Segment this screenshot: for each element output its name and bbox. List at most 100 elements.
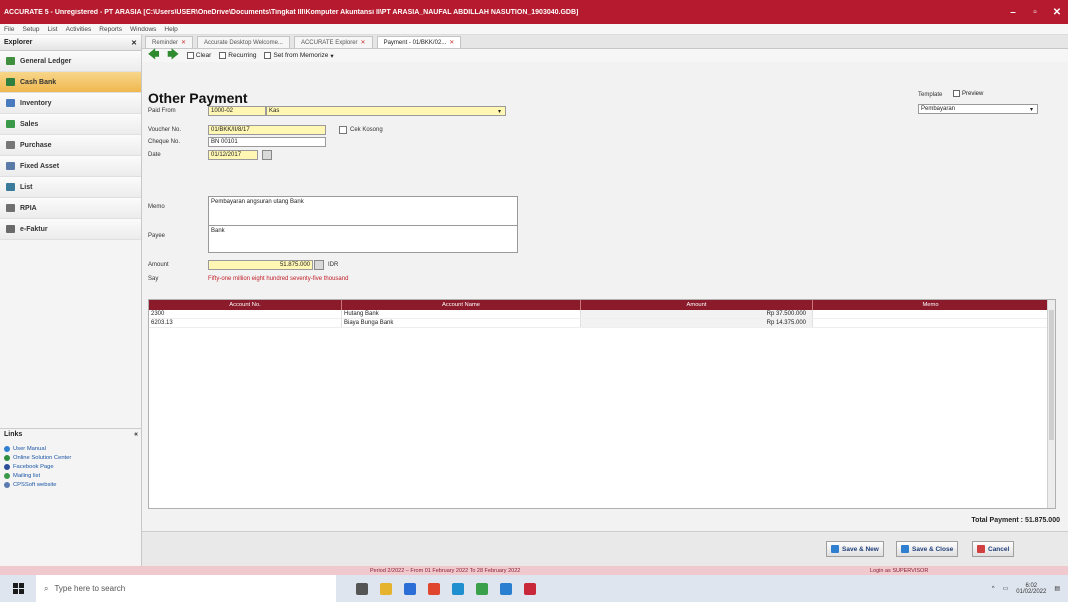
menu-file[interactable]: File bbox=[4, 26, 14, 33]
amount-field[interactable]: 51.875.000 bbox=[208, 260, 313, 270]
col-amount[interactable]: Amount bbox=[581, 300, 813, 310]
nav-list[interactable]: List bbox=[0, 177, 141, 198]
links-header: Links « bbox=[0, 428, 142, 440]
facebook-icon bbox=[4, 463, 10, 470]
notification-icon[interactable]: ▤ bbox=[1054, 585, 1060, 592]
set-memorize-button[interactable]: Set from Memorize ▾ bbox=[264, 52, 334, 60]
menu-activities[interactable]: Activities bbox=[66, 26, 92, 33]
preview-button[interactable]: Preview bbox=[953, 90, 983, 97]
cancel-button[interactable]: Cancel bbox=[972, 541, 1015, 557]
menu-help[interactable]: Help bbox=[164, 26, 177, 33]
cell-amount[interactable]: Rp 37.500.000 bbox=[581, 310, 813, 318]
link-facebook[interactable]: Facebook Page bbox=[4, 462, 71, 471]
voucher-field[interactable]: 01/BKK/II/8/17 bbox=[208, 125, 326, 135]
close-tab-icon[interactable]: ✕ bbox=[449, 39, 454, 46]
nav-sales[interactable]: Sales bbox=[0, 114, 141, 135]
nav-fixed-asset[interactable]: Fixed Asset bbox=[0, 156, 141, 177]
close-tab-icon[interactable]: ✕ bbox=[181, 39, 186, 46]
explorer-close-icon[interactable]: ✕ bbox=[131, 39, 137, 47]
grid-scrollbar[interactable] bbox=[1047, 300, 1055, 508]
tab-payment[interactable]: Payment - 01/BKK/02... ✕ bbox=[376, 36, 462, 48]
save-new-icon bbox=[831, 545, 839, 553]
tab-explorer[interactable]: ACCURATE Explorer ✕ bbox=[293, 36, 373, 48]
recurring-button[interactable]: Recurring bbox=[219, 52, 256, 59]
other-payment-form: Other Payment Paid From 1000-02 Kas ▾ Vo… bbox=[142, 62, 1068, 566]
template-dropdown[interactable]: Pembayaran bbox=[918, 104, 1038, 114]
cheque-field[interactable]: BN 00101 bbox=[208, 137, 326, 147]
date-field[interactable]: 01/12/2017 bbox=[208, 150, 258, 160]
chrome-icon[interactable] bbox=[476, 582, 488, 595]
paid-from-account-dropdown[interactable]: Kas bbox=[266, 106, 506, 116]
nav-inventory[interactable]: Inventory bbox=[0, 93, 141, 114]
menu-windows[interactable]: Windows bbox=[130, 26, 156, 33]
search-placeholder: Type here to search bbox=[54, 584, 126, 593]
accurate-app-icon[interactable] bbox=[524, 582, 536, 595]
cell-account-name[interactable]: Hutang Bank bbox=[342, 310, 581, 318]
memo-field[interactable]: Pembayaran angsuran utang Bank bbox=[208, 196, 518, 226]
office-icon[interactable] bbox=[428, 582, 440, 595]
maximize-button[interactable]: ▫ bbox=[1024, 7, 1046, 18]
mail-icon[interactable] bbox=[500, 582, 512, 595]
cell-account-no[interactable]: 2300 bbox=[149, 310, 342, 318]
menu-setup[interactable]: Setup bbox=[22, 26, 39, 33]
clear-button[interactable]: Clear bbox=[186, 52, 211, 59]
cell-amount[interactable]: Rp 14.375.000 bbox=[581, 319, 813, 327]
link-cpssoft[interactable]: CPSSoft website bbox=[4, 480, 71, 489]
close-button[interactable]: ✕ bbox=[1046, 7, 1068, 18]
window-title: ACCURATE 5 - Unregistered - PT ARASIA [C… bbox=[4, 8, 579, 16]
link-online-solution[interactable]: Online Solution Center bbox=[4, 453, 71, 462]
nav-rpia[interactable]: RPIA bbox=[0, 198, 141, 219]
save-new-button[interactable]: Save & New bbox=[826, 541, 884, 557]
payee-field[interactable]: Bank bbox=[208, 225, 518, 253]
forward-arrow-icon[interactable]: 🡆 bbox=[167, 50, 178, 61]
menu-list[interactable]: List bbox=[47, 26, 57, 33]
edge-icon[interactable] bbox=[452, 582, 464, 595]
file-explorer-icon[interactable] bbox=[380, 582, 392, 595]
scrollbar-thumb[interactable] bbox=[1049, 310, 1054, 440]
taskbar-search[interactable]: ⌕ Type here to search bbox=[36, 575, 336, 602]
void-cheque-checkbox[interactable] bbox=[339, 126, 347, 134]
memorize-icon bbox=[264, 52, 272, 59]
nav-efaktur[interactable]: e-Faktur bbox=[0, 219, 141, 240]
clock[interactable]: 6:02 01/02/2022 bbox=[1016, 583, 1046, 595]
cell-memo[interactable] bbox=[813, 310, 1049, 318]
fixed-asset-icon bbox=[6, 162, 15, 170]
link-mailing-list[interactable]: Mailing list bbox=[4, 471, 71, 480]
battery-icon[interactable]: ▭ bbox=[1003, 585, 1009, 592]
menu-bar: File Setup List Activities Reports Windo… bbox=[0, 24, 1068, 35]
table-row[interactable]: 2300 Hutang Bank Rp 37.500.000 bbox=[149, 310, 1055, 319]
start-button[interactable] bbox=[0, 575, 36, 602]
app-icon-blue[interactable] bbox=[404, 582, 416, 595]
links-collapse-icon[interactable]: « bbox=[134, 431, 138, 438]
save-close-button[interactable]: Save & Close bbox=[896, 541, 959, 557]
cell-account-name[interactable]: Biaya Bunga Bank bbox=[342, 319, 581, 327]
chevron-down-icon[interactable]: ▾ bbox=[1030, 106, 1033, 113]
table-row[interactable]: 6203.13 Biaya Bunga Bank Rp 14.375.000 bbox=[149, 319, 1055, 328]
col-account-name[interactable]: Account Name bbox=[342, 300, 581, 310]
chevron-down-icon[interactable]: ▾ bbox=[498, 108, 501, 115]
calculator-icon[interactable] bbox=[314, 260, 324, 270]
menu-reports[interactable]: Reports bbox=[99, 26, 122, 33]
col-account-no[interactable]: Account No. bbox=[149, 300, 342, 310]
tray-chevron-icon[interactable]: ^ bbox=[992, 586, 995, 592]
paid-from-code-field[interactable]: 1000-02 bbox=[208, 106, 266, 116]
link-label: CPSSoft website bbox=[13, 481, 57, 488]
nav-cash-bank[interactable]: Cash Bank bbox=[0, 72, 141, 93]
calendar-icon[interactable] bbox=[262, 150, 272, 160]
nav-general-ledger[interactable]: General Ledger bbox=[0, 51, 141, 72]
voucher-label: Voucher No. bbox=[148, 127, 182, 133]
clear-icon bbox=[186, 52, 194, 59]
task-view-icon[interactable] bbox=[356, 582, 368, 595]
tab-welcome[interactable]: Accurate Desktop Welcome... bbox=[197, 36, 290, 48]
nav-purchase[interactable]: Purchase bbox=[0, 135, 141, 156]
close-tab-icon[interactable]: ✕ bbox=[361, 39, 366, 46]
minimize-button[interactable]: – bbox=[1002, 7, 1024, 18]
cell-memo[interactable] bbox=[813, 319, 1049, 327]
cell-account-no[interactable]: 6203.13 bbox=[149, 319, 342, 327]
col-memo[interactable]: Memo bbox=[813, 300, 1049, 310]
tab-reminder[interactable]: Reminder ✕ bbox=[145, 36, 194, 48]
cheque-label: Cheque No. bbox=[148, 139, 181, 145]
globe-icon bbox=[4, 454, 10, 461]
back-arrow-icon[interactable]: 🡄 bbox=[148, 50, 159, 61]
link-user-manual[interactable]: User Manual bbox=[4, 444, 71, 453]
